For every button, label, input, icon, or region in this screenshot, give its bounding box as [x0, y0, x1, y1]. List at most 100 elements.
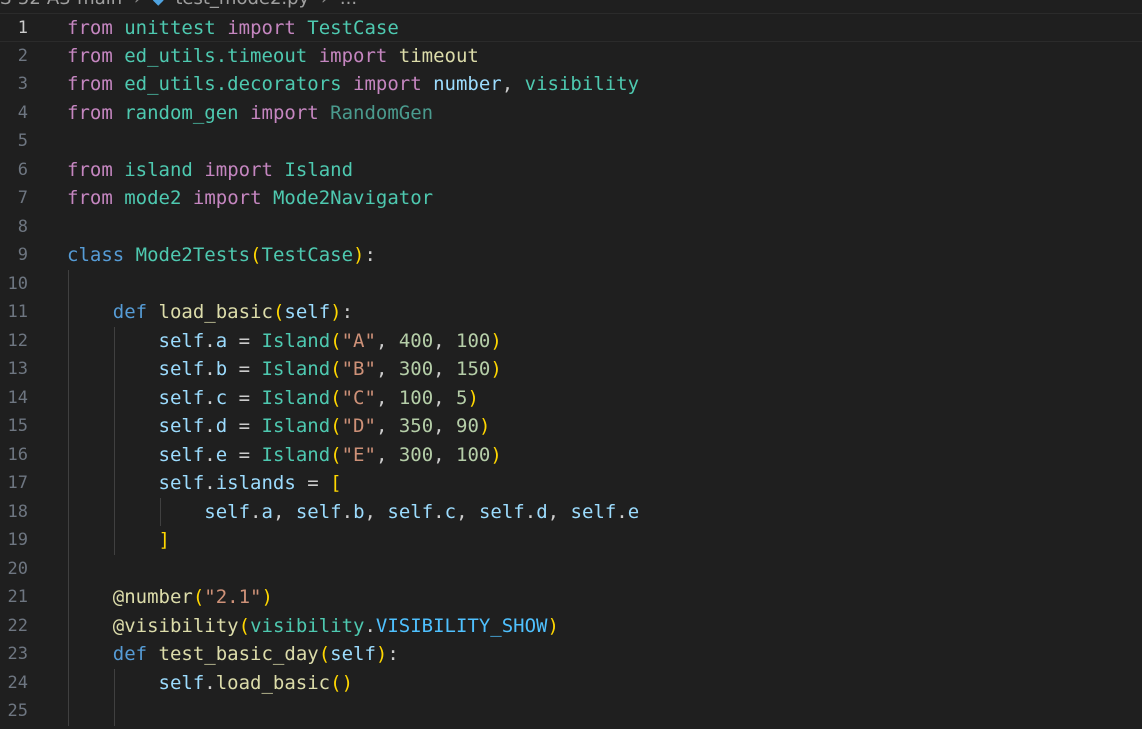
- code-token: Island: [284, 158, 354, 181]
- code-token: (: [330, 443, 342, 466]
- chevron-right-icon: ›: [321, 0, 328, 9]
- code-editor[interactable]: 1 from unittest import TestCase 2 from ed_u…: [0, 13, 1142, 729]
- indent-guide: [68, 269, 69, 726]
- code-token: test_basic_day: [158, 643, 319, 665]
- code-line[interactable]: 15 self.d = Island("D", 350, 90): [0, 412, 1142, 441]
- code-line[interactable]: 12 self.a = Island("A", 400, 100): [0, 327, 1142, 356]
- line-number: 24: [7, 672, 28, 693]
- code-token: .: [341, 500, 354, 523]
- code-line[interactable]: 18 self.a, self.b, self.c, self.d, self.…: [0, 498, 1142, 527]
- code-token: ): [490, 443, 502, 466]
- code-token: load_basic: [158, 301, 273, 323]
- code-line[interactable]: 17 self.islands = [: [0, 469, 1142, 498]
- line-number: 22: [7, 615, 28, 636]
- code-token: Island: [261, 358, 331, 380]
- line-number: 6: [17, 159, 28, 180]
- breadcrumb[interactable]: S-52-A3-main › ◆ test_mode2.py › ...: [0, 0, 357, 10]
- code-token: (: [330, 386, 342, 409]
- code-line[interactable]: 21 @number("2.1"): [0, 583, 1142, 612]
- code-line[interactable]: 2 from ed_utils.timeout import timeout: [0, 42, 1142, 71]
- code-line[interactable]: 19 ]: [0, 526, 1142, 555]
- code-line[interactable]: 8: [0, 213, 1142, 242]
- code-line[interactable]: 16 self.e = Island("E", 300, 100): [0, 441, 1142, 470]
- code-line[interactable]: 6 from island import Island: [0, 156, 1142, 185]
- line-number: 1: [17, 18, 28, 38]
- line-number: 10: [7, 273, 28, 294]
- breadcrumb-file[interactable]: test_mode2.py: [175, 0, 309, 9]
- code-line[interactable]: 4 from random_gen import RandomGen: [0, 99, 1142, 128]
- line-code: from island import Island: [67, 156, 353, 185]
- code-token: import: [204, 158, 273, 181]
- code-token: (: [238, 614, 251, 637]
- breadcrumb-more[interactable]: ...: [340, 0, 357, 9]
- code-token: d: [536, 500, 548, 523]
- code-line[interactable]: 14 self.c = Island("C", 100, 5): [0, 384, 1142, 413]
- code-token: ,: [375, 329, 399, 352]
- code-token: .: [364, 614, 376, 637]
- code-token: from: [67, 73, 113, 95]
- code-token: ): [375, 643, 388, 665]
- code-token: "2.1": [204, 586, 262, 608]
- code-line[interactable]: 22 @visibility(visibility.VISIBILITY_SHO…: [0, 612, 1142, 641]
- code-token: visibility: [524, 73, 640, 95]
- code-line[interactable]: 11 def load_basic(self):: [0, 298, 1142, 327]
- code-line[interactable]: 24 self.load_basic(): [0, 669, 1142, 698]
- code-token: import: [227, 17, 296, 39]
- code-line[interactable]: 20: [0, 555, 1142, 584]
- indent-guide: [114, 668, 115, 726]
- code-token: ,: [456, 500, 479, 523]
- code-token: ,: [375, 443, 399, 466]
- indent-guide: [114, 326, 115, 555]
- code-token: ,: [272, 500, 296, 523]
- code-token: self: [387, 500, 434, 523]
- code-token: Mode2Tests: [135, 244, 251, 266]
- code-line[interactable]: 7 from mode2 import Mode2Navigator: [0, 184, 1142, 213]
- code-line[interactable]: 1 from unittest import TestCase: [0, 13, 1142, 42]
- line-number: 17: [7, 473, 28, 493]
- line-code: self.d = Island("D", 350, 90): [67, 412, 491, 441]
- line-code: self.load_basic(): [67, 669, 354, 698]
- line-number: 14: [7, 387, 28, 408]
- code-token: RandomGen: [330, 101, 434, 124]
- line-code: ]: [67, 526, 170, 555]
- line-code: self.a, self.b, self.c, self.d, self.e: [67, 498, 639, 527]
- code-token: .: [250, 500, 262, 523]
- code-token: c: [215, 386, 228, 409]
- line-code: self.e = Island("E", 300, 100): [67, 441, 502, 470]
- line-number: 19: [7, 530, 28, 550]
- code-token: =: [227, 443, 262, 466]
- code-line[interactable]: 5: [0, 127, 1142, 156]
- line-number: 12: [7, 330, 28, 351]
- line-number: 3: [17, 74, 28, 94]
- code-line[interactable]: 25: [0, 697, 1142, 726]
- code-line[interactable]: 13 self.b = Island("B", 300, 150): [0, 355, 1142, 384]
- code-token: "A": [341, 329, 376, 352]
- code-line[interactable]: 9 class Mode2Tests(TestCase):: [0, 241, 1142, 270]
- code-token: (: [330, 415, 342, 437]
- code-token: =: [227, 415, 262, 437]
- code-token: ,: [501, 73, 525, 95]
- code-token: ,: [433, 358, 457, 380]
- breadcrumb-folder[interactable]: S-52-A3-main: [0, 0, 122, 9]
- line-number: 8: [17, 216, 28, 237]
- code-token: ): [330, 301, 342, 323]
- code-token: b: [215, 358, 228, 380]
- code-line[interactable]: 10: [0, 270, 1142, 299]
- code-token: ed_utils.timeout: [124, 44, 308, 67]
- code-token: "E": [341, 443, 376, 466]
- code-line[interactable]: 3 from ed_utils.decorators import number,…: [0, 70, 1142, 99]
- code-token: ): [490, 329, 502, 352]
- code-token: TestCase: [261, 244, 354, 266]
- code-line[interactable]: 23 def test_basic_day(self):: [0, 640, 1142, 669]
- line-number: 9: [17, 245, 28, 265]
